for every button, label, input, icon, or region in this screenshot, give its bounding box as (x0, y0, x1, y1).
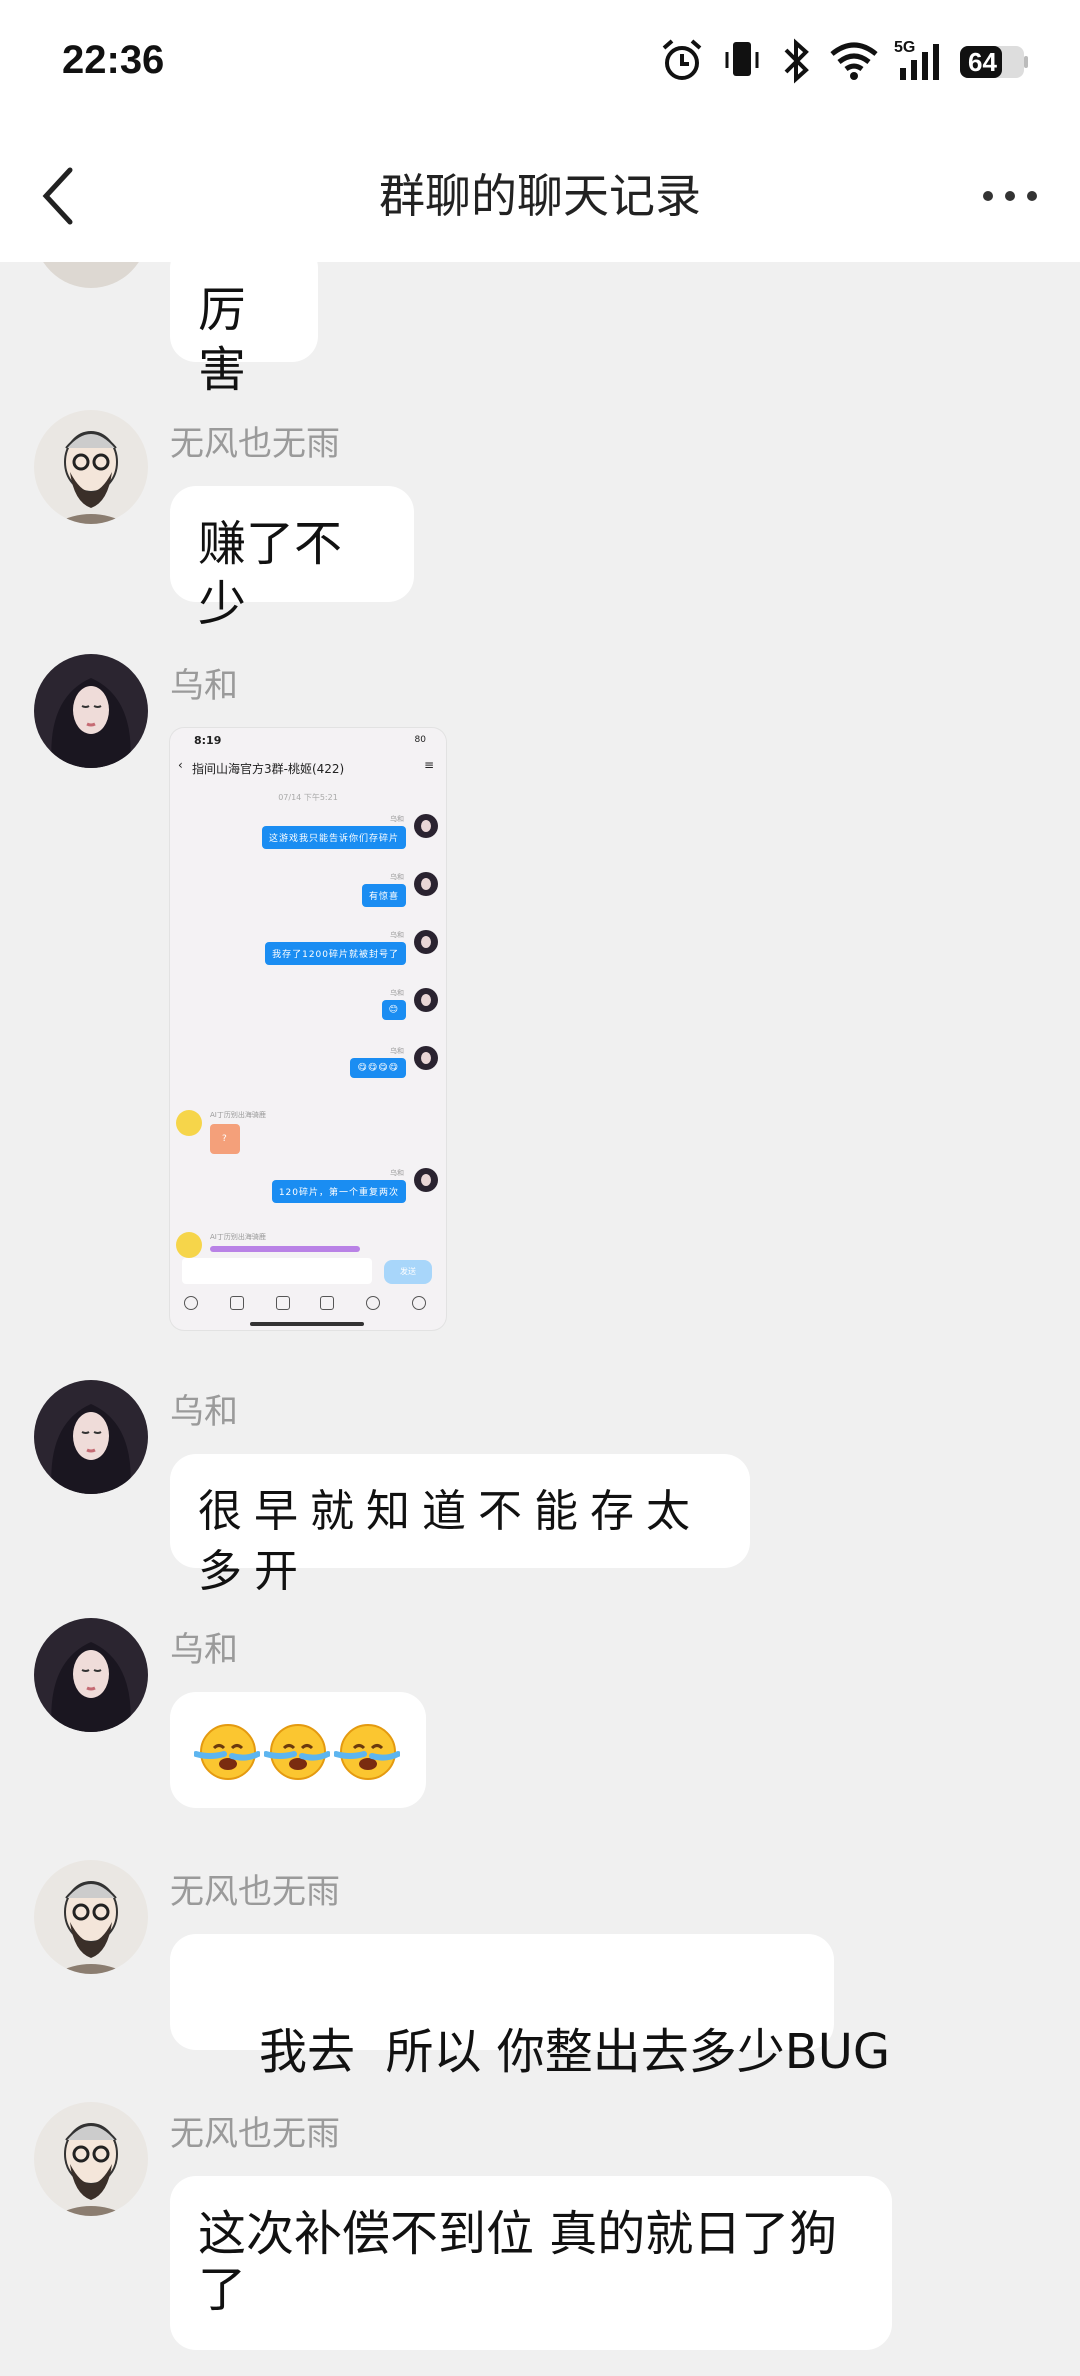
avatar[interactable] (34, 1380, 148, 1494)
avatar[interactable] (34, 1618, 148, 1732)
avatar[interactable] (34, 654, 148, 768)
mini-back-icon: ‹ (178, 758, 183, 772)
dark-hair-girl-avatar (34, 1380, 148, 1494)
more-icon[interactable] (970, 166, 1050, 226)
mini-bubble: ? (210, 1124, 240, 1154)
chat-history: 厉害 无风也无雨 赚了不少 乌和 8:19 80 ‹ 指间山海官方3群-桃姬(4… (0, 262, 1080, 2376)
mini-avatar (414, 1168, 438, 1192)
status-bar: 22:36 5G 64 (0, 0, 1080, 130)
dark-hair-girl-avatar (34, 654, 148, 768)
message-bubble[interactable]: 厉害 (170, 262, 318, 398)
mini-send-button: 发送 (384, 1260, 432, 1284)
message-bubble[interactable] (170, 1692, 426, 1808)
battery-icon: 64 (960, 46, 1028, 78)
alarm-icon (662, 39, 702, 80)
mini-avatar (176, 1232, 202, 1258)
mini-bubble: 120碎片，第一个重复两次 (271, 1180, 406, 1203)
mini-title: 指间山海官方3群-桃姬(422) (192, 762, 345, 776)
sender-name: 无风也无雨 (170, 1872, 340, 1912)
message-text-line: 这次补偿不到位 真的就日了狗 (198, 2206, 838, 2262)
message-bubble[interactable]: 赚了不少 (170, 486, 414, 632)
dark-hair-girl-avatar (34, 1618, 148, 1732)
signal-5g-icon: 5G (894, 39, 939, 80)
nav-bar: 群聊的聊天记录 (0, 130, 1080, 262)
mini-gift-icon (320, 1296, 334, 1310)
wifi-icon (830, 42, 878, 80)
mini-home-indicator (250, 1322, 364, 1326)
crying-face-icon (264, 1724, 330, 1780)
mini-camera-icon (276, 1296, 290, 1310)
mini-bubble: 我存了1200碎片就被封号了 (265, 942, 406, 965)
mini-avatar (414, 1046, 438, 1070)
mini-battery: 80 (414, 735, 426, 745)
message-bubble[interactable]: 很早就知道不能存太多开 (170, 1454, 750, 1597)
message-text: 很早就知道不能存太多开 (198, 1486, 702, 1597)
back-icon[interactable] (28, 156, 108, 236)
page-title: 群聊的聊天记录 (379, 169, 701, 223)
image-message[interactable]: 8:19 80 ‹ 指间山海官方3群-桃姬(422) ≡ 07/14 下午5:2… (170, 728, 446, 1330)
svg-text:5G: 5G (894, 39, 915, 56)
mini-name: AI丁历别出海骑鹿 (210, 1233, 266, 1241)
mini-input (182, 1258, 372, 1284)
mini-time: 8:19 (194, 734, 222, 747)
sender-name: 无风也无雨 (170, 2114, 340, 2154)
mini-mic-icon (184, 1296, 198, 1310)
message-text: 我去 所以 你整出去多少BUG (259, 2024, 891, 2080)
bluetooth-icon (784, 38, 809, 84)
mini-name: AI丁历别出海骑鹿 (210, 1111, 266, 1119)
sender-name: 乌和 (170, 1630, 238, 1670)
mini-bubble: 有惊喜 (361, 884, 406, 907)
mini-header: ‹ 指间山海官方3群-桃姬(422) ≡ (170, 754, 446, 782)
message-text: 厉害 (198, 282, 247, 398)
avatar[interactable] (34, 1860, 148, 1974)
mini-image-icon (230, 1296, 244, 1310)
sender-name: 无风也无雨 (170, 424, 340, 464)
svg-text:64: 64 (968, 47, 997, 77)
mini-bubble-partial (210, 1246, 360, 1252)
bearded-man-avatar (34, 1860, 148, 1974)
mini-plus-icon (412, 1296, 426, 1310)
mini-name: 乌和 (390, 1169, 404, 1177)
mini-avatar (176, 1110, 202, 1136)
message-bubble[interactable]: 我去 所以 你整出去多少BUG (170, 1934, 890, 2080)
mini-status-bar: 8:19 80 (170, 728, 446, 750)
sender-name: 乌和 (170, 666, 238, 706)
mini-name: 乌和 (390, 815, 404, 823)
mini-name: 乌和 (390, 931, 404, 939)
mini-bubble: 😊 (381, 1000, 406, 1020)
mini-name: 乌和 (390, 873, 404, 881)
mini-toolbar (170, 1296, 446, 1316)
crying-face-icon (194, 1724, 260, 1780)
message-text: 赚了不少 (198, 516, 343, 632)
status-icons: 5G 64 (660, 36, 1040, 92)
mini-avatar (414, 872, 438, 896)
mini-avatar (414, 814, 438, 838)
avatar[interactable] (34, 410, 148, 524)
status-time: 22:36 (62, 38, 165, 82)
message-bubble[interactable]: 这次补偿不到位 真的就日了狗 了 (170, 2176, 892, 2350)
mini-date: 07/14 下午5:21 (278, 793, 338, 802)
mini-name: 乌和 (390, 989, 404, 997)
sender-name: 乌和 (170, 1392, 238, 1432)
mini-emoji-icon (366, 1296, 380, 1310)
mini-avatar (414, 930, 438, 954)
mini-bubble: 这游戏我只能告诉你们存碎片 (261, 826, 406, 849)
mini-bubble: 😋😋😋😋 (350, 1058, 406, 1078)
vibrate-icon (725, 42, 759, 76)
message-text-line: 了 (198, 2262, 247, 2318)
bearded-man-avatar (34, 2102, 148, 2216)
mini-menu-icon: ≡ (423, 758, 434, 772)
mini-name: 乌和 (390, 1047, 404, 1055)
avatar[interactable] (34, 262, 148, 288)
avatar[interactable] (34, 2102, 148, 2216)
mini-avatar (414, 988, 438, 1012)
crying-face-icon (334, 1724, 400, 1780)
bearded-man-avatar (34, 410, 148, 524)
